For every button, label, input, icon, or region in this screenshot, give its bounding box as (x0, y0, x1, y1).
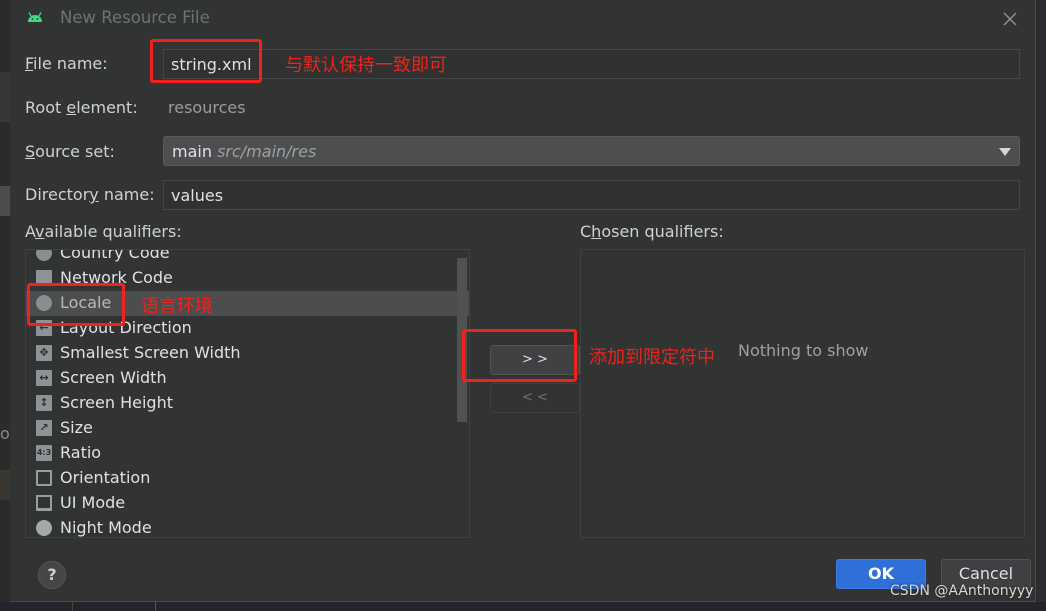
background-ide-bottom (0, 602, 1046, 611)
watermark: CSDN @AAnthonyyy (890, 583, 1034, 599)
source-set-path-hint: src/main/res (217, 142, 317, 161)
file-name-label: File name: (25, 54, 108, 73)
list-item-screen-height[interactable]: ↕ Screen Height (26, 391, 469, 416)
resize-icon: ↗ (36, 420, 52, 436)
chosen-qualifiers-label: Chosen qualifiers: (580, 222, 724, 241)
list-item-label: UI Mode (60, 493, 126, 512)
annotation-file-name-note: 与默认保持一致即可 (285, 55, 447, 76)
label-text: ailable qualifiers: (44, 222, 182, 241)
chevron-down-icon (999, 148, 1011, 156)
mnemonic: S (25, 142, 36, 161)
divider (72, 602, 73, 611)
source-set-dropdown[interactable]: main src/main/res (163, 136, 1020, 166)
label-text: osen qualifiers: (601, 222, 724, 241)
ui-mode-icon (36, 495, 52, 511)
annotation-box-locale (27, 283, 125, 326)
label-text: Director (25, 185, 90, 204)
source-set-value: main (172, 142, 212, 161)
directory-name-value: values (171, 186, 224, 205)
background-panel (0, 470, 10, 500)
label-text: name: (98, 185, 155, 204)
dialog-title: New Resource File (60, 8, 210, 27)
android-icon (28, 12, 42, 22)
ratio-icon: 4:3 (36, 445, 52, 461)
annotation-locale-note: 语言环境 (141, 296, 213, 317)
country-code-icon (36, 250, 52, 261)
list-item-ratio[interactable]: 4:3 Ratio (26, 441, 469, 466)
label-text: ile name: (33, 54, 108, 73)
label-text: C (580, 222, 592, 241)
close-icon[interactable] (1000, 9, 1020, 29)
help-button[interactable]: ? (38, 561, 66, 589)
mnemonic: h (591, 222, 602, 241)
source-set-label: Source set: (25, 142, 115, 161)
list-item-label: Smallest Screen Width (60, 343, 241, 362)
horizontal-arrows-icon: ↔ (36, 370, 52, 386)
list-item-country-code[interactable]: Country Code (26, 249, 469, 266)
list-item-night-mode[interactable]: Night Mode (26, 516, 469, 537)
label-text: ource set: (35, 142, 115, 161)
orientation-icon (36, 470, 52, 486)
background-panel (0, 186, 10, 216)
divider (155, 602, 156, 611)
mnemonic: y (89, 185, 99, 204)
background-panel (0, 72, 10, 122)
mnemonic: F (25, 54, 34, 73)
list-item-size[interactable]: ↗ Size (26, 416, 469, 441)
list-item-label: Size (60, 418, 93, 437)
night-mode-icon (36, 520, 52, 536)
label-text: Root (25, 98, 67, 117)
root-element-value: resources (168, 98, 246, 117)
available-qualifiers-label: Available qualifiers: (25, 222, 182, 241)
remove-qualifier-button: < < (490, 383, 580, 413)
mnemonic: e (66, 98, 77, 117)
list-item-smallest-screen-width[interactable]: ✥ Smallest Screen Width (26, 341, 469, 366)
list-item-label: Screen Height (60, 393, 173, 412)
directory-name-label: Directory name: (25, 185, 155, 204)
annotation-box-add-button (462, 329, 577, 382)
root-element-label: Root element: (25, 98, 138, 117)
list-item-label: Ratio (60, 443, 102, 462)
list-item-label: Night Mode (60, 518, 152, 537)
label-text: A (25, 222, 36, 241)
move-arrows-icon: ✥ (36, 345, 52, 361)
list-item-orientation[interactable]: Orientation (26, 466, 469, 491)
list-item-ui-mode[interactable]: UI Mode (26, 491, 469, 516)
annotation-add-note: 添加到限定符中 (589, 347, 715, 368)
list-item-label: Screen Width (60, 368, 167, 387)
label-text: lement: (76, 98, 138, 117)
annotation-box-file-name (150, 39, 262, 83)
list-item-screen-width[interactable]: ↔ Screen Width (26, 366, 469, 391)
background-ide-strip: op (0, 0, 20, 611)
empty-state-text: Nothing to show (738, 341, 869, 360)
chosen-qualifiers-list[interactable] (580, 249, 1025, 538)
list-item-label: Orientation (60, 468, 151, 487)
vertical-arrows-icon: ↕ (36, 395, 52, 411)
directory-name-input[interactable]: values (163, 180, 1020, 210)
list-item-label: Country Code (60, 249, 170, 262)
